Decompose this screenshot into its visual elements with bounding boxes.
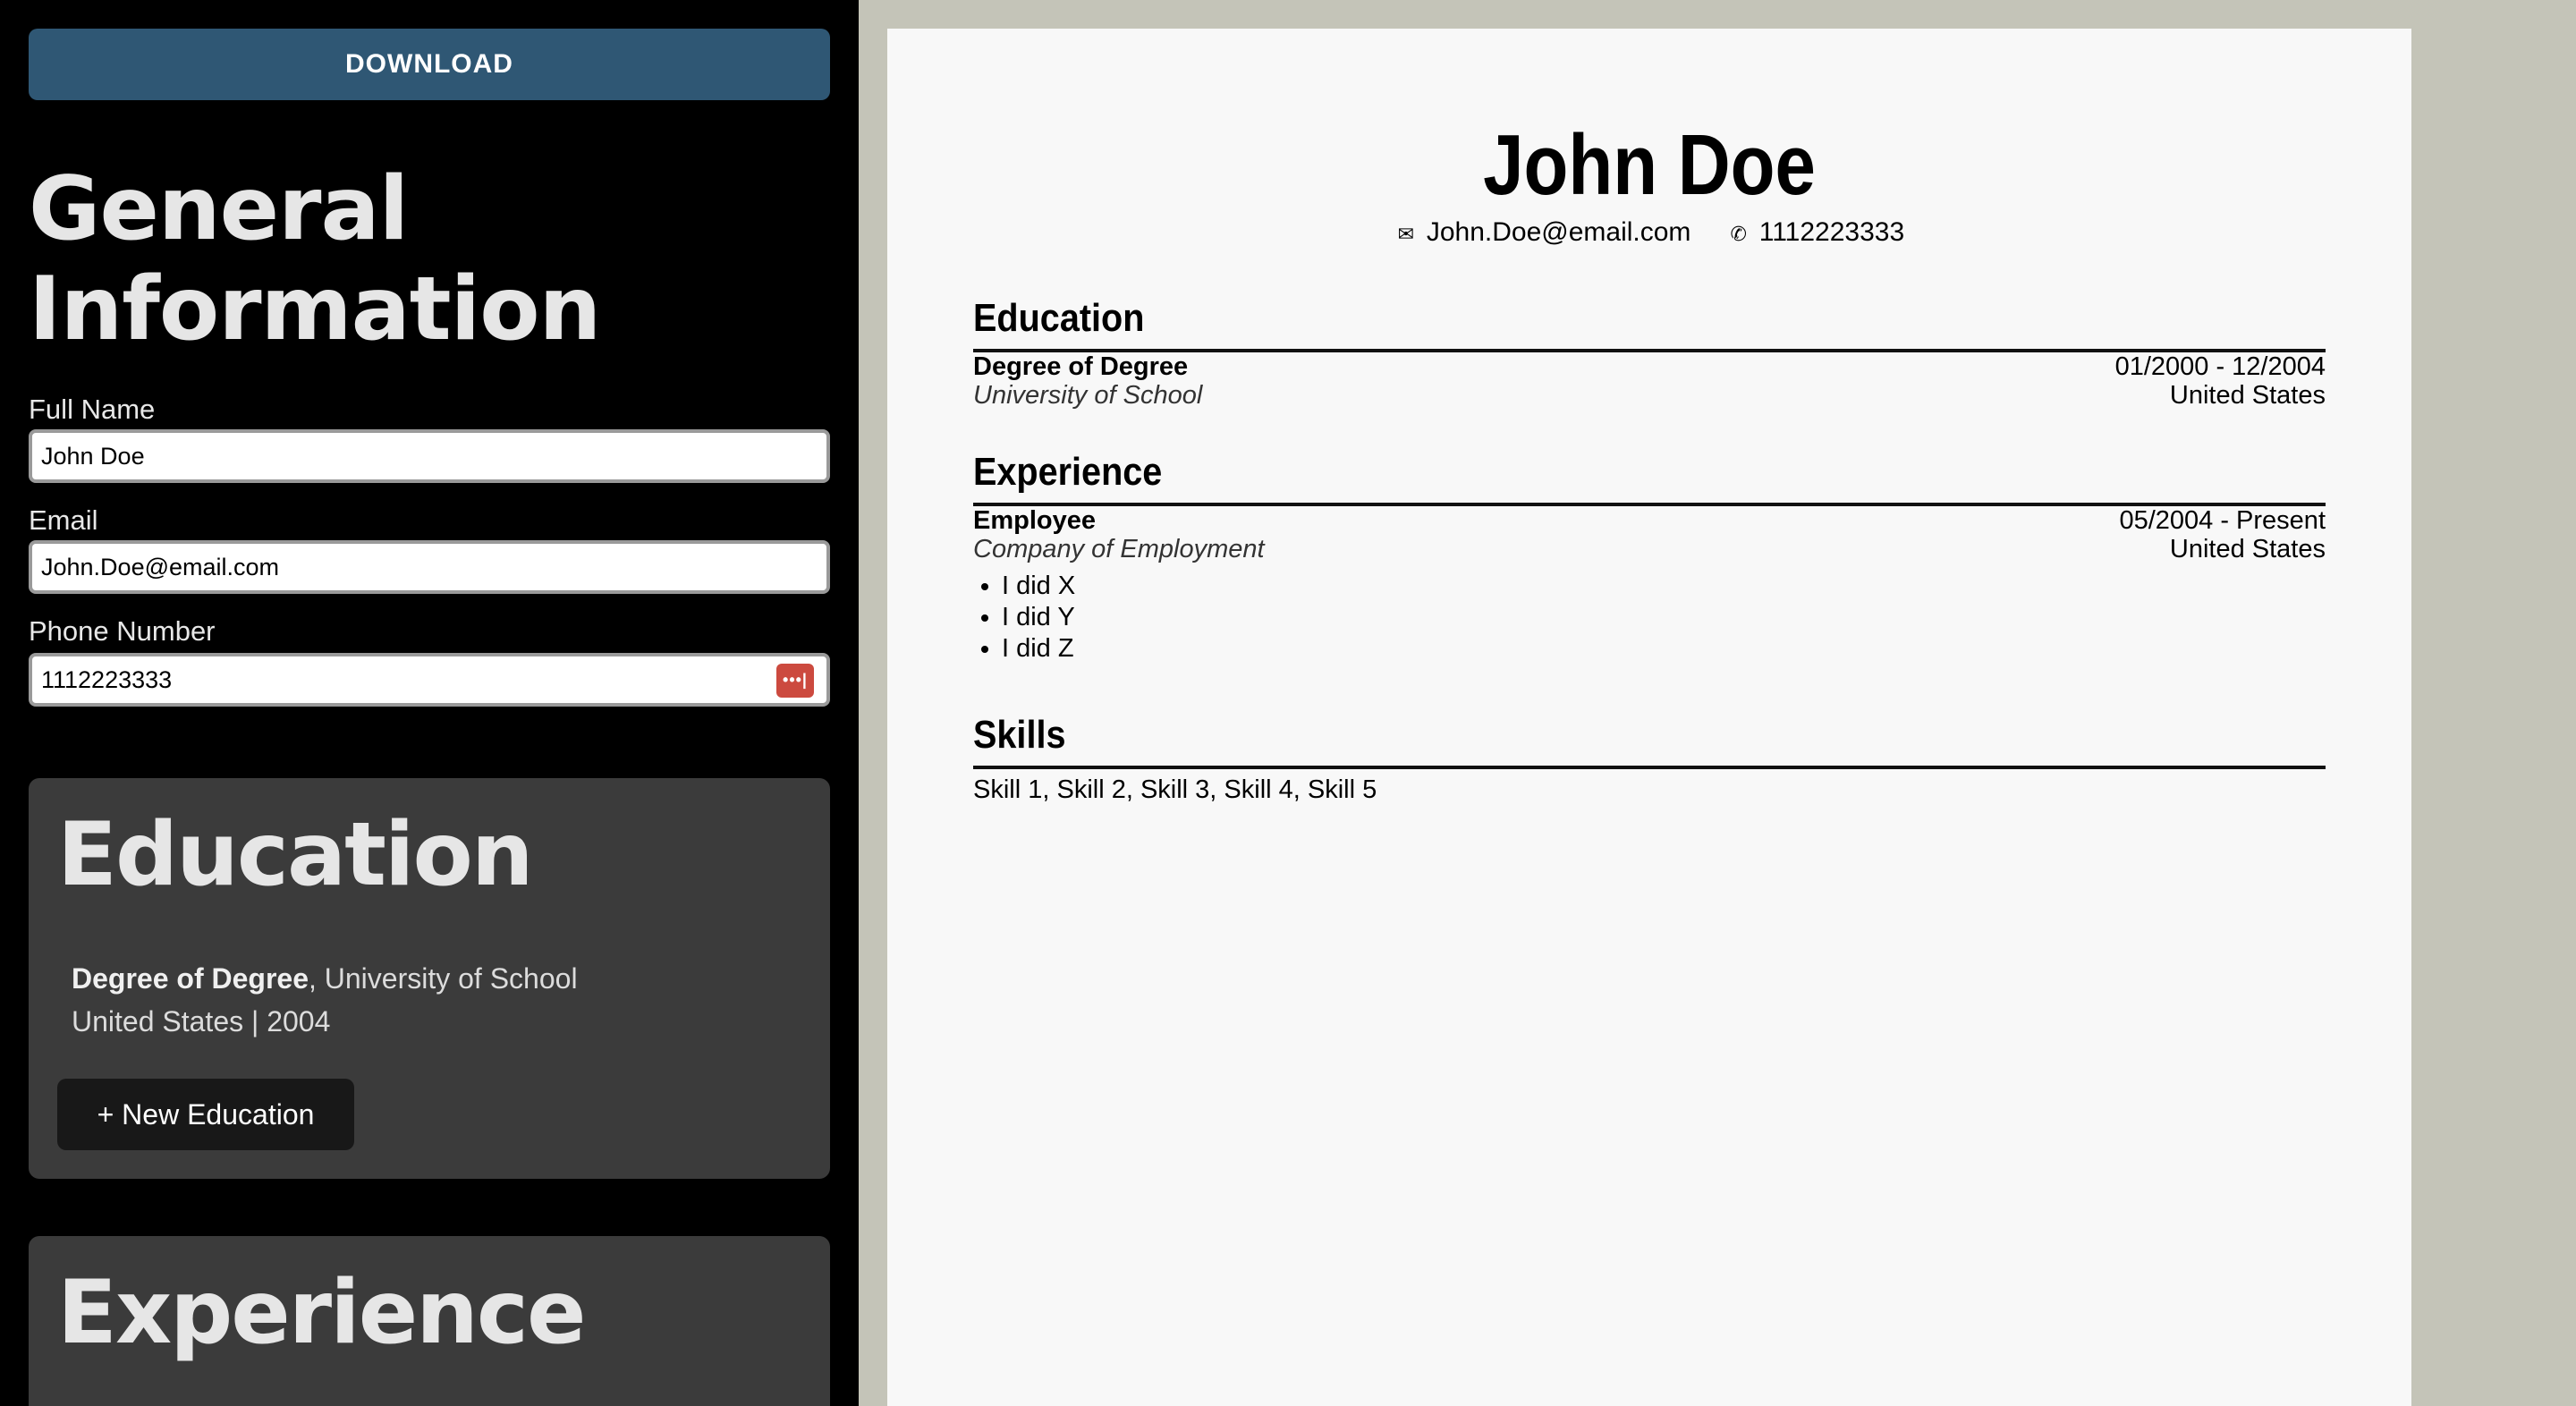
resume-experience-row-2: Company of Employment United States xyxy=(973,535,2326,563)
section-divider xyxy=(973,766,2326,769)
general-information-title: General Information xyxy=(29,158,601,360)
resume-experience-section: Experience Employee 05/2004 - Present Co… xyxy=(973,447,2326,665)
resume-skills-list: Skill 1, Skill 2, Skill 3, Skill 4, Skil… xyxy=(973,775,1377,804)
list-item: I did Y xyxy=(1002,602,2326,633)
education-card: Education Degree of Degree, University o… xyxy=(29,778,830,1179)
resume-experience-bullets: I did X I did Y I did Z xyxy=(1002,571,2326,665)
password-manager-icon[interactable]: •••| xyxy=(776,664,814,698)
resume-experience-row-1: Employee 05/2004 - Present xyxy=(973,506,2326,535)
education-entry[interactable]: Degree of Degree, University of School U… xyxy=(72,957,578,1043)
resume-experience-location: United States xyxy=(2169,535,2326,563)
education-card-title: Education xyxy=(57,804,534,906)
resume-education-degree: Degree of Degree xyxy=(973,352,1189,381)
list-item: I did X xyxy=(1002,571,2326,602)
new-education-button[interactable]: + New Education xyxy=(57,1079,354,1150)
resume-education-school: University of School xyxy=(973,381,1203,410)
resume-education-row-1: Degree of Degree 01/2000 - 12/2004 xyxy=(973,352,2326,381)
education-entry-degree: Degree of Degree xyxy=(72,962,309,995)
resume-experience-position: Employee xyxy=(973,506,1096,535)
resume-education-section: Education Degree of Degree 01/2000 - 12/… xyxy=(973,293,2326,410)
resume-education-row-2: University of School United States xyxy=(973,381,2326,410)
experience-card-title: Experience xyxy=(57,1262,586,1364)
experience-card: Experience xyxy=(29,1236,830,1406)
envelope-icon: ✉ xyxy=(1397,223,1415,245)
email-input[interactable] xyxy=(29,540,830,594)
education-entry-school: , University of School xyxy=(308,962,578,995)
education-entry-line: Degree of Degree, University of School xyxy=(72,957,578,1000)
phone-icon: ✆ xyxy=(1730,223,1747,245)
resume-preview: John Doe ✉ John.Doe@email.com ✆ 1112223333… xyxy=(887,29,2411,1406)
email-label: Email xyxy=(29,504,98,536)
resume-skills-section: Skills Skill 1, Skill 2, Skill 3, Skill … xyxy=(973,710,2326,805)
resume-email: John.Doe@email.com xyxy=(1426,217,1691,247)
resume-skills-title: Skills xyxy=(973,713,1066,757)
resume-education-location: United States xyxy=(2169,381,2326,410)
resume-education-dates: 01/2000 - 12/2004 xyxy=(2114,352,2326,381)
download-button[interactable]: DOWNLOAD xyxy=(29,29,830,100)
resume-email-item: ✉ John.Doe@email.com xyxy=(1394,215,1691,252)
resume-contact: ✉ John.Doe@email.com ✆ 1112223333 xyxy=(887,215,2411,252)
resume-phone: 1112223333 xyxy=(1758,217,1905,247)
resume-experience-title: Experience xyxy=(973,450,1163,494)
list-item: I did Z xyxy=(1002,633,2326,665)
resume-experience-company: Company of Employment xyxy=(973,535,1265,563)
education-entry-meta: United States | 2004 xyxy=(72,1005,331,1038)
resume-education-title: Education xyxy=(973,296,1145,340)
resume-name: John Doe xyxy=(1483,117,1816,213)
full-name-label: Full Name xyxy=(29,394,156,425)
resume-phone-item: ✆ 1112223333 xyxy=(1727,215,1905,252)
full-name-input[interactable] xyxy=(29,429,830,483)
resume-experience-dates: 05/2004 - Present xyxy=(2119,506,2326,535)
phone-input[interactable] xyxy=(29,653,830,707)
phone-label: Phone Number xyxy=(29,615,216,647)
editor-panel: DOWNLOAD General Information Full Name E… xyxy=(0,0,859,1406)
